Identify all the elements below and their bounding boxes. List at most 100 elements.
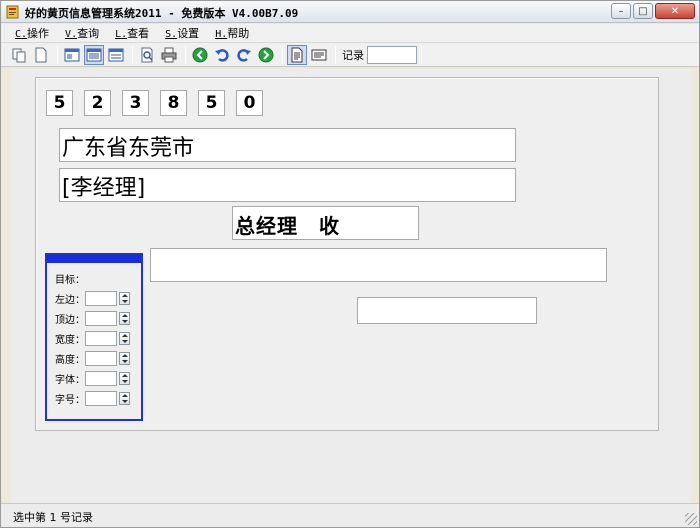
empty-field-2[interactable]: [357, 297, 537, 324]
forward-button[interactable]: [256, 45, 276, 65]
prop-row-top: 顶边：: [55, 311, 130, 326]
maximize-icon: □: [638, 5, 648, 17]
client-area: 5 2 3 8 5 0 广东省东莞市 [李经理] 总经理 收 目标： 左边： 顶…: [11, 69, 691, 503]
width-input[interactable]: [85, 331, 117, 346]
menu-view[interactable]: L.查看: [107, 25, 157, 41]
menu-query[interactable]: V.查询: [57, 25, 107, 41]
toolbar-separator: [185, 45, 186, 64]
document-icon: [291, 47, 303, 62]
menu-label: 帮助: [227, 27, 250, 40]
toolbar-separator: [421, 45, 422, 64]
width-spinner[interactable]: [119, 332, 130, 345]
prop-row-font: 字体：: [55, 371, 130, 386]
redo-button[interactable]: [234, 45, 254, 65]
font-label: 字体：: [55, 375, 85, 386]
font-input[interactable]: [85, 371, 117, 386]
toolbar-separator: [282, 45, 283, 64]
resize-grip-icon[interactable]: [685, 513, 697, 525]
layout-grid-button[interactable]: [84, 44, 104, 65]
font-size-input[interactable]: [85, 391, 117, 406]
redo-icon: [237, 48, 251, 62]
title-text: 总经理 收: [235, 214, 340, 238]
property-panel: 目标： 左边： 顶边： 宽度： 高度： 字体： 字号：: [45, 253, 143, 421]
recipient-text: [李经理]: [62, 176, 146, 201]
postal-digit-box[interactable]: 2: [84, 90, 111, 116]
postal-digit-box[interactable]: 5: [198, 90, 225, 116]
title-field[interactable]: 总经理 收: [232, 206, 419, 240]
menu-accel: V.: [65, 29, 78, 40]
menu-bar: C.操作 V.查询 L.查看 S.设置 H.帮助: [1, 24, 699, 43]
height-input[interactable]: [85, 351, 117, 366]
document-text-icon: [311, 49, 327, 60]
menu-accel: S.: [165, 29, 178, 40]
font-spinner[interactable]: [119, 372, 130, 385]
status-bar: 选中第 1 号记录: [1, 503, 699, 527]
window-controls: – □ ✕: [611, 3, 695, 19]
postal-digit-box[interactable]: 3: [122, 90, 149, 116]
new-page-button[interactable]: [31, 45, 51, 65]
minimize-icon: –: [618, 5, 624, 17]
close-icon: ✕: [670, 5, 680, 17]
print-button[interactable]: [159, 45, 179, 65]
layout-grid-icon: [86, 48, 102, 61]
copy-button[interactable]: [9, 45, 29, 65]
postal-digit-box[interactable]: 8: [160, 90, 187, 116]
window-title: 好的黄页信息管理系统2011 - 免费版本 V4.00B7.09: [25, 7, 299, 20]
status-text: 选中第 1 号记录: [13, 511, 93, 524]
menu-label: 操作: [27, 27, 50, 40]
layout-detail-button[interactable]: [106, 45, 126, 65]
property-panel-header[interactable]: [47, 255, 141, 263]
empty-field-1[interactable]: [150, 248, 607, 282]
envelope-canvas: 5 2 3 8 5 0 广东省东莞市 [李经理] 总经理 收 目标： 左边： 顶…: [35, 77, 659, 431]
printer-icon: [161, 47, 177, 62]
menu-help[interactable]: H.帮助: [207, 25, 257, 41]
height-label: 高度：: [55, 355, 85, 366]
top-label: 顶边：: [55, 315, 85, 326]
app-book-icon: [6, 5, 19, 19]
address-field[interactable]: 广东省东莞市: [59, 128, 516, 162]
menu-operate[interactable]: C.操作: [7, 25, 57, 41]
postal-code-boxes: 5 2 3 8 5 0: [46, 90, 263, 116]
toolbar: 记录: [1, 43, 699, 67]
toolbar-separator: [335, 45, 336, 64]
left-spinner[interactable]: [119, 292, 130, 305]
minimize-button[interactable]: –: [611, 3, 631, 19]
layout-list-icon: [64, 48, 80, 61]
prop-row-width: 宽度：: [55, 331, 130, 346]
menu-label: 查看: [127, 27, 150, 40]
app-window: 好的黄页信息管理系统2011 - 免费版本 V4.00B7.09 – □ ✕ C…: [0, 0, 700, 528]
menu-label: 设置: [177, 27, 200, 40]
menu-settings[interactable]: S.设置: [157, 25, 207, 41]
menu-label: 查询: [77, 27, 100, 40]
address-text: 广东省东莞市: [62, 136, 195, 161]
copy-icon: [12, 48, 26, 62]
record-label: 记录: [342, 48, 364, 62]
layout-list-button[interactable]: [62, 45, 82, 65]
record-input[interactable]: [367, 45, 417, 64]
toolbar-separator: [57, 45, 58, 64]
document-button[interactable]: [287, 44, 307, 65]
back-button[interactable]: [190, 45, 210, 65]
postal-digit-box[interactable]: 0: [236, 90, 263, 116]
undo-button[interactable]: [212, 45, 232, 65]
postal-digit-box[interactable]: 5: [46, 90, 73, 116]
left-input[interactable]: [85, 291, 117, 306]
close-button[interactable]: ✕: [655, 3, 695, 19]
toolbar-separator: [132, 45, 133, 64]
print-preview-button[interactable]: [137, 45, 157, 65]
top-input[interactable]: [85, 311, 117, 326]
prop-row-height: 高度：: [55, 351, 130, 366]
menu-accel: H.: [215, 29, 228, 40]
maximize-button[interactable]: □: [633, 3, 653, 19]
font-size-spinner[interactable]: [119, 392, 130, 405]
title-bar[interactable]: 好的黄页信息管理系统2011 - 免费版本 V4.00B7.09 – □ ✕: [1, 1, 699, 23]
recipient-field[interactable]: [李经理]: [59, 168, 516, 202]
layout-detail-icon: [108, 48, 124, 61]
prop-row-font-size: 字号：: [55, 391, 130, 406]
target-label: 目标：: [55, 275, 85, 286]
prop-row-left: 左边：: [55, 291, 130, 306]
top-spinner[interactable]: [119, 312, 130, 325]
height-spinner[interactable]: [119, 352, 130, 365]
document-text-button[interactable]: [309, 45, 329, 65]
new-page-icon: [35, 47, 47, 62]
